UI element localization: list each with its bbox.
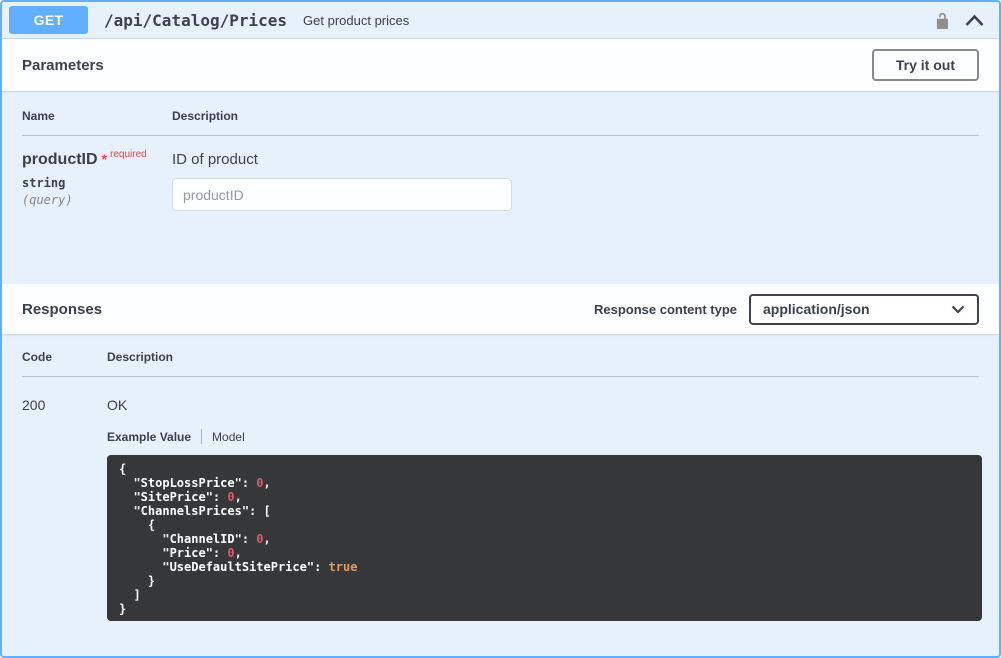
tab-example-value[interactable]: Example Value bbox=[107, 430, 191, 444]
auth-lock-button[interactable] bbox=[934, 11, 951, 30]
responses-section-header: Responses Response content type applicat… bbox=[2, 284, 999, 334]
response-content-type-label: Response content type bbox=[594, 302, 737, 317]
responses-table-header: Code Description bbox=[22, 350, 979, 377]
api-endpoint-panel: GET /api/Catalog/Prices Get product pric… bbox=[0, 0, 1001, 658]
unlocked-padlock-icon bbox=[934, 11, 951, 30]
parameters-description-column-header: Description bbox=[172, 109, 979, 123]
endpoint-summary-text: Get product prices bbox=[303, 13, 934, 28]
parameter-type: string bbox=[22, 176, 172, 190]
try-it-out-button[interactable]: Try it out bbox=[872, 49, 979, 81]
response-content-type-select[interactable]: application/json bbox=[749, 294, 979, 325]
http-method-badge: GET bbox=[9, 6, 88, 34]
parameters-name-column-header: Name bbox=[22, 109, 172, 123]
response-content-type-value: application/json bbox=[763, 301, 870, 317]
response-status-code: 200 bbox=[22, 397, 107, 621]
required-label: required bbox=[110, 149, 147, 160]
responses-title: Responses bbox=[22, 301, 102, 318]
parameter-description: ID of product bbox=[172, 151, 979, 168]
example-json-code: { "StopLossPrice": 0, "SitePrice": 0, "C… bbox=[107, 455, 982, 621]
response-row: 200 OK Example Value Model { "StopLossPr… bbox=[22, 377, 979, 621]
parameter-location: (query) bbox=[22, 193, 172, 207]
responses-code-column-header: Code bbox=[22, 350, 107, 364]
parameters-title: Parameters bbox=[22, 57, 104, 74]
tab-model[interactable]: Model bbox=[212, 430, 245, 444]
collapse-button[interactable] bbox=[964, 13, 985, 27]
responses-description-column-header: Description bbox=[107, 350, 979, 364]
responses-table: Code Description 200 OK Example Value Mo… bbox=[2, 334, 999, 656]
required-star: * bbox=[102, 151, 107, 167]
chevron-down-icon bbox=[951, 305, 965, 314]
model-example-tabs: Example Value Model bbox=[107, 429, 982, 444]
response-description: OK bbox=[107, 397, 982, 413]
chevron-up-icon bbox=[964, 13, 985, 27]
parameters-table-header: Name Description bbox=[22, 109, 979, 136]
parameters-table: Name Description productID*required stri… bbox=[2, 91, 999, 284]
endpoint-path: /api/Catalog/Prices bbox=[104, 11, 287, 30]
parameter-row: productID*required string (query) ID of … bbox=[22, 136, 979, 211]
parameter-name: productID bbox=[22, 151, 98, 168]
tab-separator bbox=[201, 429, 202, 444]
endpoint-summary-bar[interactable]: GET /api/Catalog/Prices Get product pric… bbox=[2, 2, 999, 39]
parameter-value-input[interactable] bbox=[172, 178, 512, 211]
parameters-section-header: Parameters Try it out bbox=[2, 39, 999, 91]
